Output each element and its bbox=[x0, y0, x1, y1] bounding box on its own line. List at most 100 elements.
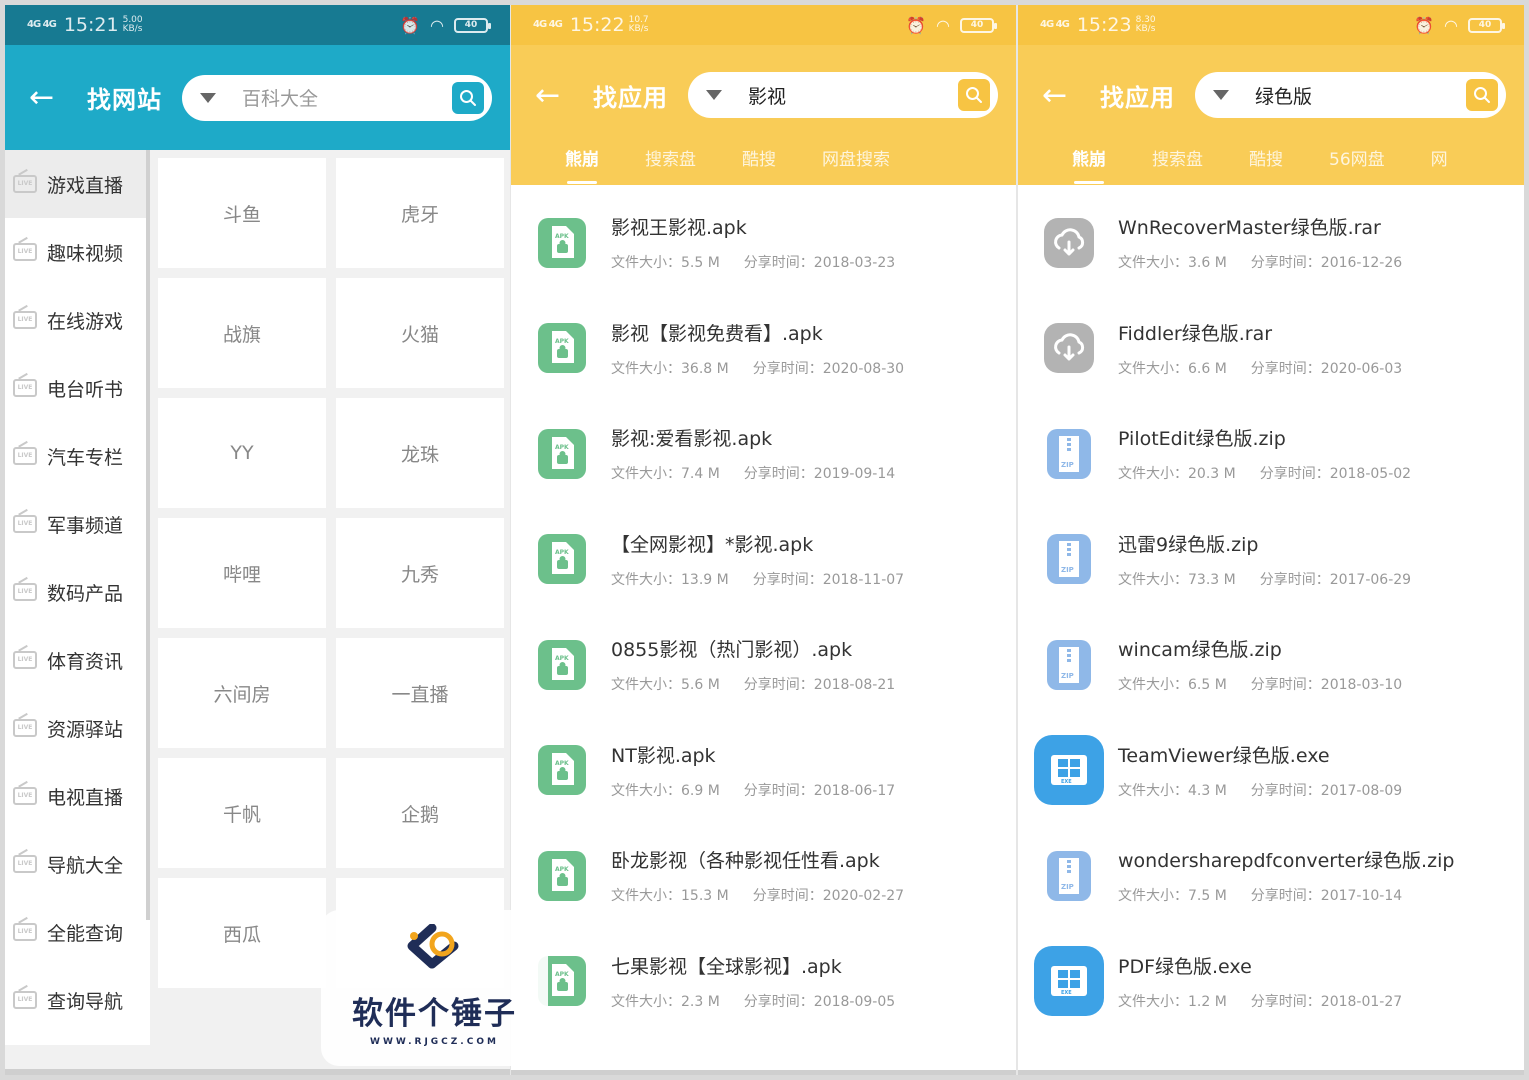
site-tile[interactable]: 斗鱼 bbox=[158, 158, 326, 268]
file-list-item[interactable]: APK 卧龙影视（各种影视任性看.apk 文件大小：15.3 M 分享时间：2020-… bbox=[511, 823, 1016, 929]
svg-text:APK: APK bbox=[555, 866, 569, 873]
live-tv-icon: LIVE bbox=[13, 175, 37, 193]
site-tile[interactable]: 虎牙 bbox=[336, 158, 504, 268]
share-time: 分享时间：2020-08-30 bbox=[752, 360, 905, 377]
search-button[interactable] bbox=[958, 79, 990, 111]
sidebar-item-label: 趣味视频 bbox=[47, 242, 124, 265]
file-size: 文件大小：6.9 M bbox=[611, 782, 720, 799]
file-meta: 文件大小：1.2 M 分享时间：2018-01-27 bbox=[1118, 991, 1402, 1011]
dropdown-caret-icon[interactable] bbox=[200, 92, 216, 103]
file-list-item[interactable]: ZIP 迅雷9绿色版.zip 文件大小：73.3 M 分享时间：2017-06-29 bbox=[1018, 507, 1524, 613]
file-list-item[interactable]: ZIP wincam绿色版.zip 文件大小：6.5 M 分享时间：2018-03-1… bbox=[1018, 612, 1524, 718]
search-bar[interactable]: 绿色版 bbox=[1195, 72, 1506, 118]
tab-source[interactable]: 熊崩 bbox=[1072, 145, 1106, 184]
status-time: 15:21 bbox=[63, 14, 119, 36]
search-button[interactable] bbox=[452, 81, 484, 114]
live-tv-icon: LIVE bbox=[13, 515, 37, 533]
sidebar-item-category[interactable]: LIVE 数码产品 bbox=[5, 558, 150, 626]
share-time: 分享时间：2017-10-14 bbox=[1250, 888, 1403, 905]
apk-icon: APK bbox=[537, 742, 587, 798]
search-input[interactable]: 百科大全 bbox=[242, 84, 452, 111]
watermark-brand: 软件个锤子 bbox=[352, 996, 517, 1032]
site-tile[interactable]: 哔哩 bbox=[158, 518, 326, 628]
share-time: 分享时间：2018-08-21 bbox=[743, 677, 896, 694]
sidebar-item-category[interactable]: LIVE 电视直播 bbox=[5, 762, 150, 830]
back-arrow-icon[interactable]: ← bbox=[29, 80, 69, 115]
tab-source[interactable]: 搜索盘 bbox=[1152, 145, 1203, 170]
file-list-item[interactable]: APK 0855影视（热门影视）.apk 文件大小：5.6 M 分享时间：2018-0… bbox=[511, 612, 1016, 718]
site-tile[interactable]: 一直播 bbox=[336, 638, 504, 748]
live-tv-icon: LIVE bbox=[13, 991, 37, 1009]
file-list-item[interactable]: EXE PDF绿色版.exe 文件大小：1.2 M 分享时间：2018-01-27 bbox=[1018, 929, 1524, 1035]
live-tv-icon: LIVE bbox=[13, 855, 37, 873]
sidebar-item-category[interactable]: LIVE 游戏直播 bbox=[5, 150, 150, 218]
sidebar-item-category[interactable]: LIVE 在线游戏 bbox=[5, 286, 150, 354]
live-tv-icon: LIVE bbox=[13, 719, 37, 737]
back-arrow-icon[interactable]: ← bbox=[1042, 78, 1082, 113]
sidebar-item-category[interactable]: LIVE 趣味视频 bbox=[5, 218, 150, 286]
tab-source[interactable]: 搜索盘 bbox=[645, 145, 696, 170]
file-list-item[interactable]: EXE TeamViewer绿色版.exe 文件大小：4.3 M 分享时间：2017-… bbox=[1018, 718, 1524, 824]
svg-text:APK: APK bbox=[555, 549, 569, 556]
site-tile[interactable]: 六间房 bbox=[158, 638, 326, 748]
tab-source[interactable]: 网 bbox=[1431, 145, 1448, 170]
file-meta: 文件大小：3.6 M 分享时间：2016-12-26 bbox=[1118, 252, 1402, 272]
sidebar-item-category[interactable]: LIVE 导航大全 bbox=[5, 830, 150, 898]
bottom-strip bbox=[1018, 1070, 1524, 1075]
tab-source[interactable]: 网盘搜索 bbox=[822, 145, 890, 170]
svg-text:APK: APK bbox=[555, 971, 569, 978]
site-tile[interactable]: 龙珠 bbox=[336, 398, 504, 508]
file-list-item[interactable]: ZIP wondersharepdfconverter绿色版.zip 文件大小：7.… bbox=[1018, 823, 1524, 929]
file-list-item[interactable]: APK NT影视.apk 文件大小：6.9 M 分享时间：2018-06-17 bbox=[511, 718, 1016, 824]
tab-source[interactable]: 酷搜 bbox=[742, 145, 776, 170]
sidebar-item-category[interactable]: LIVE 电台听书 bbox=[5, 354, 150, 422]
back-arrow-icon[interactable]: ← bbox=[535, 78, 575, 113]
file-list-item[interactable]: APK 影视:爱看影视.apk 文件大小：7.4 M 分享时间：2019-09-14 bbox=[511, 401, 1016, 507]
search-button[interactable] bbox=[1466, 79, 1498, 111]
sidebar-item-category[interactable]: LIVE 体育资讯 bbox=[5, 626, 150, 694]
file-info: PDF绿色版.exe 文件大小：1.2 M 分享时间：2018-01-27 bbox=[1118, 952, 1402, 1011]
sidebar-item-category[interactable]: LIVE 汽车专栏 bbox=[5, 422, 150, 490]
tab-source[interactable]: 熊崩 bbox=[565, 145, 599, 184]
site-tile[interactable]: 战旗 bbox=[158, 278, 326, 388]
status-bar: 4G 4G 15:22 10.7 KB/s ⏰ ◠ 40 bbox=[511, 5, 1016, 45]
site-tile[interactable]: 火猫 bbox=[336, 278, 504, 388]
site-tile[interactable]: 企鹅 bbox=[336, 758, 504, 868]
apk-icon: APK bbox=[537, 426, 587, 482]
file-name: WnRecoverMaster绿色版.rar bbox=[1118, 217, 1381, 240]
file-list-item[interactable]: APK 【全网影视】*影视.apk 文件大小：13.9 M 分享时间：2018-11-… bbox=[511, 507, 1016, 613]
file-name: TeamViewer绿色版.exe bbox=[1118, 744, 1330, 767]
app-header: ← 找网站 百科大全 bbox=[5, 45, 510, 150]
site-tile[interactable]: YY bbox=[158, 398, 326, 508]
file-list-item[interactable]: APK 影视王影视.apk 文件大小：5.5 M 分享时间：2018-03-23 bbox=[511, 190, 1016, 296]
file-list-item[interactable]: Fiddler绿色版.rar 文件大小：6.6 M 分享时间：2020-06-03 bbox=[1018, 296, 1524, 402]
site-tile[interactable]: 千帆 bbox=[158, 758, 326, 868]
site-tile[interactable]: 九秀 bbox=[336, 518, 504, 628]
signal-icon: 4G 4G bbox=[27, 19, 57, 30]
search-input[interactable]: 影视 bbox=[748, 82, 958, 109]
sidebar-item-category[interactable]: LIVE 资源驿站 bbox=[5, 694, 150, 762]
live-tv-icon: LIVE bbox=[13, 787, 37, 805]
file-list-item[interactable]: APK 影视【影视免费看】.apk 文件大小：36.8 M 分享时间：2020-08-… bbox=[511, 296, 1016, 402]
search-input[interactable]: 绿色版 bbox=[1255, 82, 1466, 109]
dropdown-caret-icon[interactable] bbox=[706, 90, 722, 100]
file-name: NT影视.apk bbox=[611, 744, 716, 767]
file-list-item[interactable]: ZIP PilotEdit绿色版.zip 文件大小：20.3 M 分享时间：2018-… bbox=[1018, 401, 1524, 507]
battery-icon: 40 bbox=[454, 17, 491, 33]
sidebar-item-category[interactable]: LIVE 军事频道 bbox=[5, 490, 150, 558]
sidebar-item-label: 全能查询 bbox=[47, 922, 124, 945]
file-list-item[interactable]: APK 七果影视【全球影视】.apk 文件大小：2.3 M 分享时间：2018-09-… bbox=[511, 929, 1016, 1035]
tab-source[interactable]: 56网盘 bbox=[1329, 145, 1385, 170]
screenshot-frame: 4G 4G 15:21 5.00 KB/s ⏰ ◠ 40 ← 找网站 百科大全 … bbox=[5, 5, 1524, 1075]
search-bar[interactable]: 百科大全 bbox=[182, 74, 492, 121]
file-list-item[interactable]: WnRecoverMaster绿色版.rar 文件大小：3.6 M 分享时间：201… bbox=[1018, 190, 1524, 296]
search-icon bbox=[966, 87, 982, 103]
site-tile[interactable]: 西瓜 bbox=[158, 878, 326, 988]
dropdown-caret-icon[interactable] bbox=[1213, 90, 1229, 100]
sidebar-scrollbar[interactable] bbox=[146, 150, 150, 920]
search-bar[interactable]: 影视 bbox=[688, 72, 998, 118]
sidebar-item-label: 在线游戏 bbox=[47, 310, 124, 333]
sidebar-item-category[interactable]: LIVE 查询导航 bbox=[5, 966, 150, 1034]
sidebar-item-category[interactable]: LIVE 全能查询 bbox=[5, 898, 150, 966]
tab-source[interactable]: 酷搜 bbox=[1249, 145, 1283, 170]
